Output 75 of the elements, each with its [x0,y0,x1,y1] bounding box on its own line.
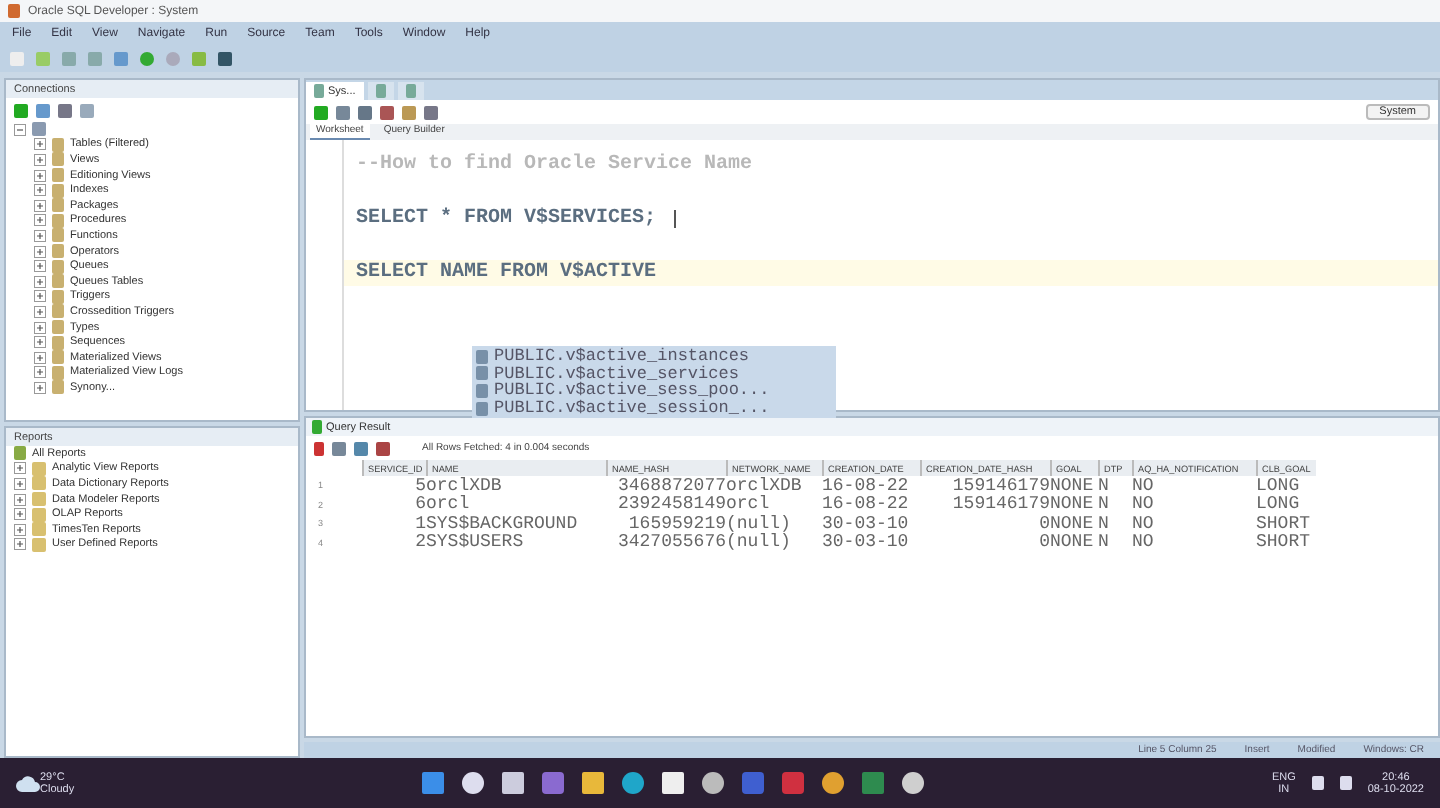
expand-icon[interactable] [34,366,46,379]
table-cell-text: N [1098,533,1111,552]
table-cell-text: NO [1132,533,1156,552]
code-comment: --How to find Oracle Service Name [354,152,755,178]
expand-icon[interactable] [34,153,46,166]
table-cell-text: 16-08-22 [822,495,911,514]
table-cell-text: orclXDB [726,476,804,495]
expand-icon[interactable] [14,462,26,475]
code-line: SELECT * FROM V$SERVICES; [344,206,1438,232]
table-cell-text: (null) [726,533,793,552]
autocomplete-item[interactable]: PUBLIC.v$active_session_... [472,399,836,417]
table-cell-text: NONE [1050,514,1096,533]
table-cell-text: NO [1132,514,1156,533]
table-cell-text: 165959219 [626,514,726,533]
table-cell-text: NONE [1050,476,1096,495]
text-cursor [674,210,677,228]
cloud-icon [16,775,40,791]
table-cell-text: NO [1132,495,1156,514]
table-cell-text: N [1098,514,1111,533]
expand-icon[interactable] [34,169,46,182]
expand-icon[interactable] [34,336,46,349]
expand-icon[interactable] [34,138,46,151]
table-cell-text: SYS$BACKGROUND [426,514,580,533]
square-icon[interactable] [742,772,765,794]
table-cell-text: 0 [1037,514,1050,533]
table-cell-text: 159146179 [950,476,1050,495]
table-cell-text: SYS$USERS [426,533,526,552]
table-cell-text: orcl [426,495,472,514]
expand-icon[interactable] [34,260,46,273]
expand-icon[interactable] [14,538,26,551]
table-cell-text: 2 [413,533,426,552]
expand-icon[interactable] [34,275,46,288]
table-cell-text: 2392458149 [615,495,726,514]
expand-icon[interactable] [14,493,26,506]
table-cell-text: 3427055676 [615,533,726,552]
table-cell-text: LONG [1256,495,1302,514]
expand-icon[interactable] [34,214,46,227]
expand-icon[interactable] [34,321,46,334]
expand-icon[interactable] [34,184,46,197]
expand-icon[interactable] [34,351,46,364]
autocomplete-item[interactable]: PUBLIC.v$active_instances [472,348,836,366]
table-cell-text: NO [1132,476,1156,495]
table-cell-text: LONG [1256,476,1302,495]
table-cell-text: 30-03-10 [822,514,911,533]
expand-icon[interactable] [34,199,46,212]
table-cell-text: SHORT [1256,533,1313,552]
expand-icon[interactable] [14,523,26,536]
expand-icon[interactable] [34,229,46,242]
table-cell-text: 0 [1037,533,1050,552]
table-cell-text: 3468872077 [615,476,726,495]
table-cell-text: 16-08-22 [822,476,911,495]
table-cell-text: 30-03-10 [822,533,911,552]
expand-icon[interactable] [34,290,46,303]
collapse-icon[interactable] [14,123,26,136]
table-cell-text: 1 [413,514,426,533]
expand-icon[interactable] [34,305,46,318]
app-icon [8,4,20,18]
table-cell-text: orclXDB [426,476,504,495]
circle-icon[interactable] [702,772,725,794]
expand-icon[interactable] [14,508,26,521]
table-cell-text: (null) [726,514,793,533]
table-cell-text: 159146179 [950,495,1050,514]
table-cell-text: 6 [413,495,426,514]
table-cell-text: NONE [1050,495,1096,514]
table-cell-text: N [1098,495,1111,514]
table-cell-text: 5 [413,476,426,495]
expand-icon[interactable] [34,245,46,258]
table-cell-text: orcl [726,495,772,514]
expand-icon[interactable] [34,381,46,394]
autocomplete-item[interactable]: PUBLIC.v$active_sess_poo... [472,382,836,400]
table-cell-text: NONE [1050,533,1096,552]
autocomplete-item[interactable]: PUBLIC.v$active_services [472,365,836,383]
table-cell-text: N [1098,476,1111,495]
table-cell-text: SHORT [1256,514,1313,533]
expand-icon[interactable] [14,477,26,490]
